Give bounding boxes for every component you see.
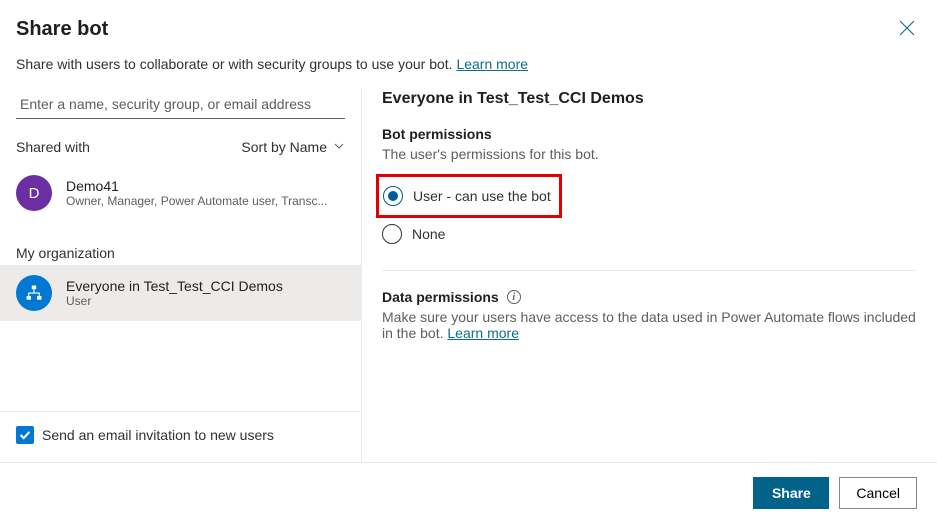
subtitle-text: Share with users to collaborate or with …	[16, 56, 456, 72]
org-name: Everyone in Test_Test_CCI Demos	[66, 278, 283, 294]
radio-label: None	[412, 226, 445, 242]
share-bot-dialog: Share bot Share with users to collaborat…	[0, 0, 937, 523]
dialog-subtitle: Share with users to collaborate or with …	[0, 50, 937, 88]
share-button[interactable]: Share	[753, 477, 829, 509]
email-invite-checkbox[interactable]	[16, 426, 34, 444]
highlight-box: User - can use the bot	[376, 174, 562, 218]
sort-label: Sort by Name	[241, 139, 327, 155]
org-meta: User	[66, 294, 283, 308]
bot-permissions-sub: The user's permissions for this bot.	[382, 146, 917, 162]
sort-button[interactable]: Sort by Name	[241, 139, 345, 155]
dialog-header: Share bot	[0, 0, 937, 50]
radio-icon	[382, 224, 402, 244]
dialog-title: Share bot	[16, 18, 108, 41]
panel-title: Everyone in Test_Test_CCI Demos	[382, 90, 917, 108]
data-permissions-title: Data permissions i	[382, 289, 917, 305]
data-permissions-title-text: Data permissions	[382, 289, 499, 305]
cancel-button[interactable]: Cancel	[839, 477, 917, 509]
chevron-down-icon	[333, 139, 345, 155]
info-icon[interactable]: i	[507, 290, 521, 304]
spacer	[0, 321, 361, 411]
right-pane: Everyone in Test_Test_CCI Demos Bot perm…	[362, 88, 937, 462]
list-item[interactable]: Everyone in Test_Test_CCI Demos User	[0, 265, 361, 321]
shared-with-label: Shared with	[16, 139, 90, 155]
radio-option-user[interactable]: User - can use the bot	[383, 180, 551, 212]
people-icon	[25, 284, 43, 302]
user-meta: Owner, Manager, Power Automate user, Tra…	[66, 194, 327, 208]
user-name: Demo41	[66, 178, 327, 194]
avatar	[16, 275, 52, 311]
list-item[interactable]: D Demo41 Owner, Manager, Power Automate …	[0, 165, 361, 221]
dialog-footer: Share Cancel	[0, 463, 937, 523]
checkmark-icon	[18, 428, 32, 442]
radio-icon	[383, 186, 403, 206]
email-invite-label: Send an email invitation to new users	[42, 427, 274, 443]
radio-option-none[interactable]: None	[382, 218, 917, 250]
learn-more-link[interactable]: Learn more	[456, 56, 528, 72]
divider	[382, 270, 917, 271]
dialog-body: Shared with Sort by Name D Demo41 Owner,…	[0, 88, 937, 463]
email-invite-row: Send an email invitation to new users	[0, 411, 361, 458]
shared-with-row: Shared with Sort by Name	[0, 119, 361, 165]
close-icon	[899, 20, 915, 36]
close-button[interactable]	[897, 18, 917, 42]
bot-permissions-radio-group: User - can use the bot None	[382, 174, 917, 250]
users-list: D Demo41 Owner, Manager, Power Automate …	[0, 165, 361, 221]
org-list: Everyone in Test_Test_CCI Demos User	[0, 265, 361, 321]
radio-label: User - can use the bot	[413, 188, 551, 204]
search-input[interactable]	[16, 90, 345, 119]
org-heading: My organization	[0, 221, 361, 265]
bot-permissions-title: Bot permissions	[382, 126, 917, 142]
data-permissions-learn-more-link[interactable]: Learn more	[447, 325, 519, 341]
left-pane: Shared with Sort by Name D Demo41 Owner,…	[0, 88, 362, 462]
item-text: Demo41 Owner, Manager, Power Automate us…	[66, 178, 327, 208]
avatar: D	[16, 175, 52, 211]
item-text: Everyone in Test_Test_CCI Demos User	[66, 278, 283, 308]
data-permissions-text: Make sure your users have access to the …	[382, 309, 917, 341]
